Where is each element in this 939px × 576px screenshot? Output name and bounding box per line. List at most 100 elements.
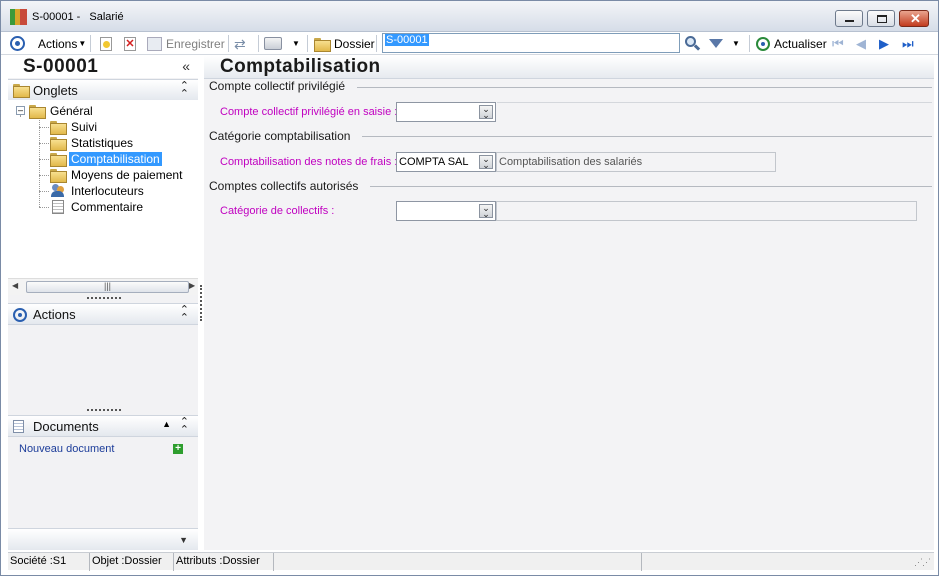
open-folder-icon xyxy=(50,152,67,167)
tree-item-comptabilisation[interactable]: Comptabilisation xyxy=(50,151,162,167)
field-divider xyxy=(497,102,932,103)
compte-collectif-combo[interactable]: ⌄ ⌄ xyxy=(396,102,496,122)
search-input-value: S-00001 xyxy=(385,34,429,46)
status-empty-1 xyxy=(274,553,642,571)
menu-circle-button[interactable] xyxy=(10,34,25,53)
scroll-right-icon[interactable]: ▶ xyxy=(189,281,195,290)
delete-button[interactable]: ✕ xyxy=(122,34,136,53)
chevron-down-icon: ▼ xyxy=(292,39,300,48)
collapse-section-icon[interactable]: ⌃ ⌃ xyxy=(180,417,189,436)
scroll-thumb[interactable]: ||| xyxy=(26,281,189,293)
window-title-name: Salarié xyxy=(89,11,124,23)
status-empty-2 xyxy=(642,553,912,571)
minimize-icon xyxy=(845,20,854,22)
left-panel: S-00001 « Onglets ⌃ ⌃ – Général Suivi St… xyxy=(8,56,198,550)
tree-horizontal-scrollbar[interactable]: ◀ ||| ▶ xyxy=(8,278,198,295)
print-button[interactable]: ▼ xyxy=(264,34,300,53)
scroll-left-icon[interactable]: ◀ xyxy=(12,281,18,290)
section-resize-grip[interactable] xyxy=(87,409,121,412)
last-record-button[interactable]: ⏭ xyxy=(902,34,914,53)
search-button[interactable] xyxy=(685,34,701,53)
sync-button[interactable]: ⇄ xyxy=(234,34,250,53)
filter-button[interactable]: ▼ xyxy=(709,34,740,53)
add-icon[interactable]: + xyxy=(173,444,183,454)
page-title: Comptabilisation xyxy=(220,56,381,77)
tree-item-label: Commentaire xyxy=(71,199,144,214)
tree-item-moyens-de-paiement[interactable]: Moyens de paiement xyxy=(50,167,184,183)
group-divider xyxy=(362,136,932,137)
refresh-icon xyxy=(756,36,770,51)
save-label: Enregistrer xyxy=(166,36,225,51)
tree-item-label: Statistiques xyxy=(71,135,134,150)
tabs-section-header[interactable]: Onglets ⌃ ⌃ xyxy=(8,79,198,101)
refresh-button[interactable]: Actualiser xyxy=(756,34,827,53)
save-icon xyxy=(147,36,162,51)
tree-item-label: Interlocuteurs xyxy=(71,183,144,198)
tree-collapse-toggle[interactable]: – xyxy=(16,106,25,115)
collapse-section-icon[interactable]: ⌃ ⌃ xyxy=(180,305,189,324)
group-title-compte-collectif: Compte collectif privilégié xyxy=(209,79,346,93)
record-header: S-00001 « xyxy=(8,56,198,78)
magnifier-icon xyxy=(685,35,701,52)
tree-item-label: Comptabilisation xyxy=(69,151,162,166)
folder-icon xyxy=(13,84,30,98)
group-divider xyxy=(357,87,932,88)
tree-item-label: Suivi xyxy=(71,119,98,134)
double-chevron-down-icon[interactable]: ⌄ ⌄ xyxy=(479,105,493,120)
tree-item-interlocuteurs[interactable]: Interlocuteurs xyxy=(50,183,146,198)
save-button[interactable]: Enregistrer xyxy=(147,34,225,53)
section-resize-grip[interactable] xyxy=(87,297,121,300)
close-button[interactable]: ✕ xyxy=(899,10,929,27)
categorie-collectifs-description xyxy=(496,201,917,221)
field-label-notes-de-frais: Comptabilisation des notes de frais : xyxy=(220,156,398,168)
chevron-down-icon[interactable]: ▼ xyxy=(179,535,188,545)
folder-icon xyxy=(50,168,67,183)
status-bar: Société :S1 Objet :Dossier Attributs :Do… xyxy=(8,552,934,571)
new-document-icon xyxy=(100,36,112,51)
toolbar: Actions ▼ ✕ Enregistrer ⇄ ▼ Dossier S-00… xyxy=(1,32,938,55)
left-panel-footer: ▼ xyxy=(8,528,198,550)
panel-splitter[interactable] xyxy=(200,285,202,321)
next-icon: ▶ xyxy=(879,35,889,51)
folder-icon xyxy=(50,136,67,151)
collapse-panel-icon[interactable]: « xyxy=(182,58,190,74)
folder-icon xyxy=(50,120,67,135)
maximize-button[interactable] xyxy=(867,10,895,27)
documents-section-header[interactable]: Documents ▲ ⌃ ⌃ xyxy=(8,415,198,437)
actions-section-header[interactable]: Actions ⌃ ⌃ xyxy=(8,303,198,325)
actions-section-label: Actions xyxy=(33,307,76,322)
window-title: S-00001 - Salarié xyxy=(32,11,130,23)
target-icon xyxy=(13,308,27,322)
categorie-collectifs-combo[interactable]: ⌄ ⌄ xyxy=(396,201,496,221)
tabs-section-label: Onglets xyxy=(33,83,78,98)
actions-menu-label: Actions xyxy=(38,36,78,51)
double-chevron-down-icon[interactable]: ⌄ ⌄ xyxy=(479,204,493,219)
chevron-up-icon[interactable]: ▲ xyxy=(162,419,171,429)
new-button[interactable] xyxy=(98,34,112,53)
group-title-categorie-comptabilisation: Catégorie comptabilisation xyxy=(209,129,351,143)
minimize-button[interactable] xyxy=(835,10,863,27)
tree-item-statistiques[interactable]: Statistiques xyxy=(50,135,135,151)
notes-de-frais-combo[interactable]: COMPTA SAL ⌄ ⌄ xyxy=(396,152,496,172)
tree-item-suivi[interactable]: Suivi xyxy=(50,119,99,135)
tree-item-commentaire[interactable]: Commentaire xyxy=(50,199,145,214)
chevron-down-icon: ▼ xyxy=(78,39,87,48)
tree-item-general[interactable]: Général xyxy=(29,103,95,119)
new-document-link[interactable]: Nouveau document xyxy=(19,443,114,455)
filter-icon xyxy=(709,39,723,48)
delete-icon: ✕ xyxy=(124,36,136,51)
comment-document-icon xyxy=(52,199,64,214)
double-chevron-down-icon[interactable]: ⌄ ⌄ xyxy=(479,155,493,170)
tree-item-label: Général xyxy=(50,103,93,118)
actions-menu-button[interactable]: Actions ▼ xyxy=(38,34,86,53)
close-icon: ✕ xyxy=(910,11,921,26)
resize-grip-icon[interactable]: ⋰⋰ xyxy=(914,557,931,568)
sync-icon: ⇄ xyxy=(234,35,246,52)
folder-button[interactable]: Dossier xyxy=(314,34,375,53)
first-record-button[interactable]: ⏮ xyxy=(832,34,844,53)
collapse-section-icon[interactable]: ⌃ ⌃ xyxy=(180,81,189,100)
next-record-button[interactable]: ▶ xyxy=(879,34,889,53)
previous-record-button[interactable]: ◀ xyxy=(856,34,866,53)
main-content: Comptabilisation Compte collectif privil… xyxy=(204,56,934,550)
search-input[interactable]: S-00001 xyxy=(382,33,680,53)
